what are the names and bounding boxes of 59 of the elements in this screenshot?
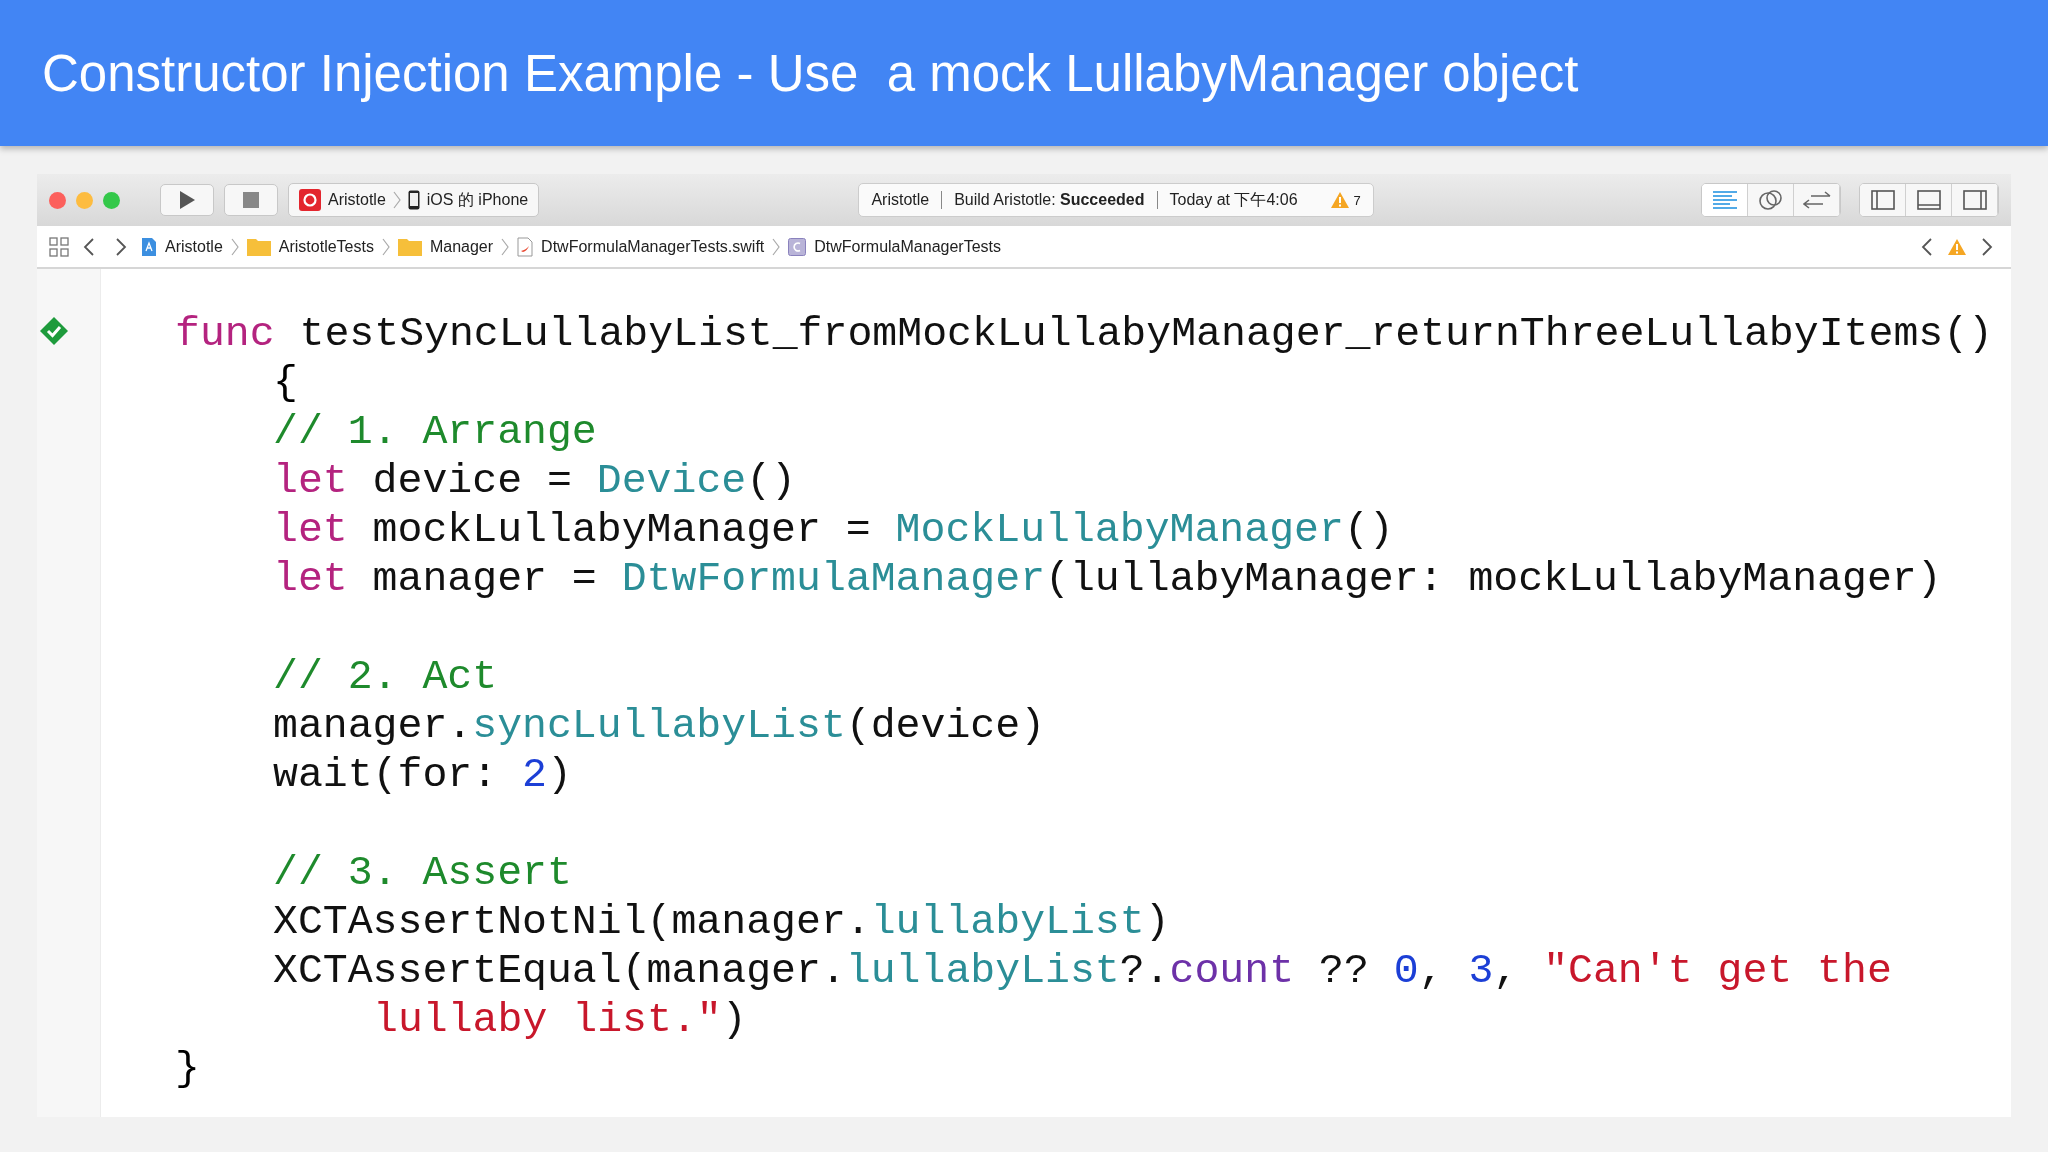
- navigator-toggle[interactable]: [1860, 184, 1906, 216]
- class-icon: [788, 237, 807, 256]
- warning-count: 7: [1353, 192, 1361, 208]
- phone-icon: [407, 190, 420, 210]
- breadcrumb-item[interactable]: DtwFormulaManagerTests.swift: [517, 236, 765, 257]
- folder-icon: [246, 237, 271, 256]
- run-button[interactable]: [160, 184, 214, 216]
- build-status: Build Aristotle: Succeeded: [954, 191, 1145, 209]
- code-line: wait(for: 2): [272, 750, 573, 799]
- code-line: // 1. Arrange: [272, 407, 598, 456]
- scheme-selector[interactable]: Aristotle iOS 的 iPhone: [288, 183, 540, 217]
- chevron-icon: [772, 236, 781, 257]
- code-line: lullaby list."): [372, 995, 748, 1044]
- code-line: func testSyncLullabyList_fromMockLullabyManager_returnThreeLullabyItems(): [175, 309, 1993, 358]
- forward-icon[interactable]: [115, 236, 127, 257]
- stop-button[interactable]: [224, 184, 278, 216]
- code-line: }: [175, 1044, 201, 1093]
- stop-icon: [243, 192, 259, 208]
- arrows-icon: [1802, 190, 1831, 210]
- breadcrumb-item[interactable]: Aristotle: [141, 236, 223, 257]
- chevron-icon: [392, 191, 401, 209]
- code-line: XCTAssertNotNil(manager.lullabyList): [272, 897, 1171, 946]
- project-name: Aristotle: [871, 191, 930, 209]
- project-icon: [141, 236, 157, 257]
- code-line: // 2. Act: [272, 652, 499, 701]
- code-line: {: [272, 358, 299, 407]
- file-icon: [517, 236, 534, 257]
- breadcrumb-item[interactable]: Manager: [397, 237, 494, 256]
- code-line: // 3. Assert: [272, 848, 573, 897]
- back-icon[interactable]: [83, 236, 95, 257]
- slide-title: Constructor Injection Example - Use a mock LullabyManager object: [42, 43, 1579, 103]
- previous-issue-icon[interactable]: [1921, 236, 1933, 257]
- device-name: iOS 的 iPhone: [426, 189, 529, 210]
- standard-editor-button[interactable]: [1702, 184, 1748, 216]
- code-line: let mockLullabyManager = MockLullabyManager(): [272, 505, 1395, 554]
- chevron-icon: [381, 236, 390, 257]
- warning-icon: [1329, 191, 1350, 209]
- scheme-name: Aristotle: [328, 191, 386, 209]
- chevron-icon: [230, 236, 239, 257]
- lines-icon: [1711, 190, 1738, 210]
- left-panel-icon: [1870, 190, 1895, 210]
- bottom-panel-icon: [1916, 190, 1941, 210]
- code-line: let manager = DtwFormulaManager(lullabyManager: mockLullabyManager): [272, 554, 1943, 603]
- build-time: Today at 下午4:06: [1169, 189, 1298, 210]
- breadcrumb-item[interactable]: AristotleTests: [246, 237, 374, 256]
- test-passed-icon[interactable]: [39, 316, 69, 346]
- play-icon: [178, 190, 196, 210]
- circles-icon: [1757, 189, 1784, 211]
- target-icon: [299, 189, 321, 211]
- code-line: let device = Device(): [272, 456, 797, 505]
- right-panel-icon: [1962, 190, 1987, 210]
- close-button[interactable]: [49, 191, 66, 209]
- code-line: manager.syncLullabyList(device): [272, 701, 1047, 750]
- next-issue-icon[interactable]: [1981, 236, 1993, 257]
- grid-icon[interactable]: [49, 236, 69, 257]
- code-line: XCTAssertEqual(manager.lullabyList?.count ?? 0, 3, "Can't get the: [272, 946, 1893, 995]
- folder-icon: [397, 237, 422, 256]
- chevron-icon: [501, 236, 510, 257]
- breadcrumb-item[interactable]: DtwFormulaManagerTests: [788, 237, 1001, 256]
